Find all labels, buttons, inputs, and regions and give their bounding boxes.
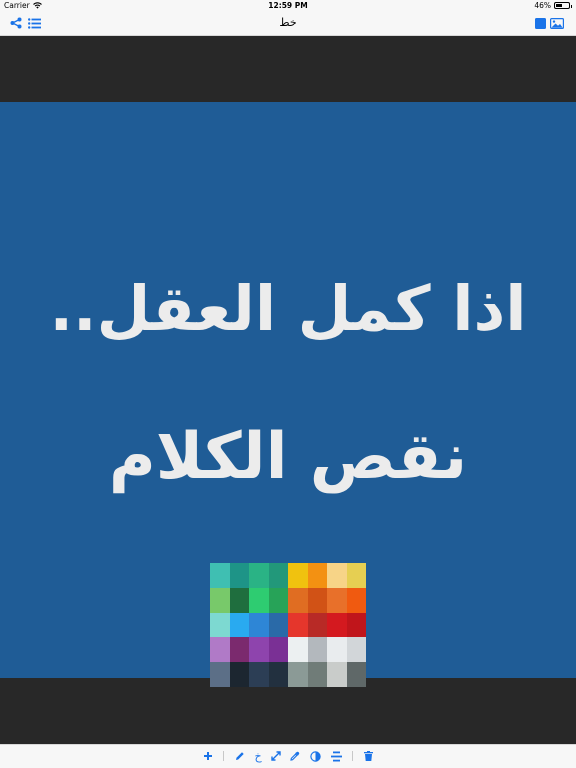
resize-icon	[271, 751, 281, 761]
color-swatch[interactable]	[268, 637, 288, 663]
letterbox-top	[0, 36, 576, 102]
color-swatch[interactable]	[268, 612, 288, 638]
color-swatch[interactable]	[249, 637, 269, 663]
color-swatch[interactable]	[288, 563, 308, 588]
resize-button[interactable]	[269, 749, 283, 763]
nav-bar: خط	[0, 12, 576, 36]
delete-button[interactable]	[361, 749, 375, 763]
battery-percent: 46%	[534, 1, 551, 10]
color-swatch[interactable]	[268, 587, 288, 613]
canvas-text-line-2[interactable]: نقص الكلام	[0, 420, 576, 494]
page-title: خط	[279, 16, 297, 29]
canvas-text-line-1[interactable]: اذا كمل العقل..	[0, 272, 576, 345]
color-swatch[interactable]	[327, 587, 347, 613]
letterbox-bottom	[0, 678, 576, 744]
square-icon	[534, 17, 546, 29]
color-palette	[210, 563, 366, 687]
color-swatch[interactable]	[229, 637, 249, 663]
color-swatch[interactable]	[229, 563, 249, 588]
image-button[interactable]	[549, 16, 565, 30]
font-button[interactable]: خ	[251, 749, 265, 763]
color-swatch[interactable]	[327, 563, 347, 588]
trash-icon	[363, 751, 373, 761]
color-swatch[interactable]	[210, 612, 230, 638]
color-swatch[interactable]	[346, 662, 366, 687]
contrast-icon	[309, 750, 321, 762]
clock: 12:59 PM	[268, 1, 308, 10]
toolbar-divider	[352, 751, 353, 761]
color-swatch[interactable]	[346, 587, 366, 613]
image-icon	[550, 17, 564, 29]
color-swatch[interactable]	[249, 662, 269, 687]
background-color-button[interactable]	[532, 16, 548, 30]
eyedropper-icon	[290, 751, 300, 761]
plus-icon	[204, 752, 212, 760]
edit-text-button[interactable]	[233, 749, 247, 763]
align-button[interactable]	[329, 749, 343, 763]
color-swatch[interactable]	[249, 587, 269, 613]
color-swatch[interactable]	[288, 612, 308, 638]
color-swatch[interactable]	[288, 587, 308, 613]
pencil-icon	[236, 752, 244, 760]
color-swatch[interactable]	[346, 563, 366, 588]
font-glyph-icon: خ	[254, 749, 262, 763]
color-swatch[interactable]	[307, 637, 327, 663]
battery-icon	[554, 2, 572, 9]
color-swatch[interactable]	[346, 637, 366, 663]
color-swatch[interactable]	[249, 563, 269, 588]
color-swatch[interactable]	[327, 662, 347, 687]
color-swatch[interactable]	[210, 587, 230, 613]
color-swatch[interactable]	[229, 612, 249, 638]
color-swatch[interactable]	[307, 612, 327, 638]
eyedropper-button[interactable]	[288, 749, 302, 763]
color-swatch[interactable]	[307, 662, 327, 687]
contrast-button[interactable]	[308, 749, 322, 763]
color-swatch[interactable]	[249, 612, 269, 638]
color-swatch[interactable]	[268, 662, 288, 687]
color-swatch[interactable]	[307, 563, 327, 588]
color-swatch[interactable]	[307, 587, 327, 613]
color-swatch[interactable]	[288, 637, 308, 663]
color-swatch[interactable]	[288, 662, 308, 687]
add-button[interactable]	[201, 749, 215, 763]
battery-indicator: 46%	[534, 1, 572, 10]
color-swatch[interactable]	[210, 637, 230, 663]
color-swatch[interactable]	[327, 612, 347, 638]
color-swatch[interactable]	[210, 563, 230, 588]
color-swatch[interactable]	[229, 662, 249, 687]
toolbar-divider	[223, 751, 224, 761]
color-swatch[interactable]	[268, 563, 288, 588]
color-swatch[interactable]	[346, 612, 366, 638]
align-icon	[330, 751, 342, 761]
bottom-toolbar: خ	[0, 744, 576, 768]
color-swatch[interactable]	[327, 637, 347, 663]
status-bar: Carrier 12:59 PM 46%	[0, 0, 576, 12]
color-swatch[interactable]	[210, 662, 230, 687]
color-swatch[interactable]	[229, 587, 249, 613]
